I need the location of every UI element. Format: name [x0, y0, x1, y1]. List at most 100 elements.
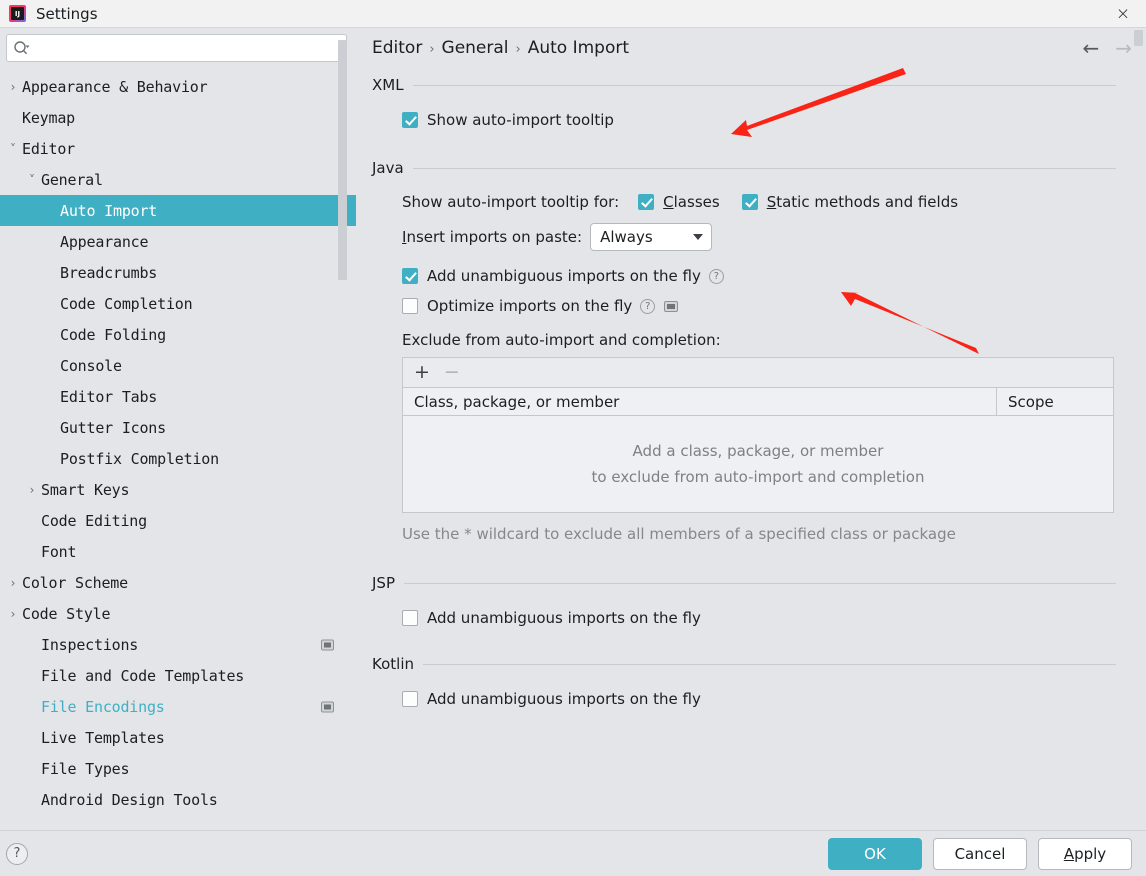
sidebar-item-smart-keys[interactable]: › Smart Keys — [0, 474, 356, 505]
chevron-right-icon[interactable]: › — [4, 607, 22, 621]
section-rule — [423, 663, 1116, 665]
sidebar-item-android-design-tools[interactable]: Android Design Tools — [0, 784, 356, 815]
section-title-java: Java — [372, 159, 404, 177]
breadcrumb-part-auto-import: Auto Import — [527, 38, 630, 58]
ok-button[interactable]: OK — [828, 837, 922, 870]
section-rule — [412, 167, 1116, 169]
java-optimize-imports-row[interactable]: Optimize imports on the fly ? — [372, 297, 1146, 315]
sidebar-item-editor-tabs[interactable]: Editor Tabs — [0, 381, 356, 412]
xml-show-tooltip-checkbox[interactable] — [402, 112, 418, 128]
sidebar-item-editor[interactable]: ˅ Editor — [0, 133, 356, 164]
sidebar-item-label: Keymap — [22, 108, 75, 127]
help-icon[interactable]: ? — [708, 268, 724, 284]
java-static-methods-label: Static methods and fields — [766, 193, 959, 211]
sidebar-scrollbar-thumb[interactable] — [338, 40, 347, 280]
sidebar-item-label: Inspections — [41, 635, 139, 654]
java-add-unambiguous-row[interactable]: Add unambiguous imports on the fly ? — [372, 267, 1146, 285]
sidebar-item-live-templates[interactable]: Live Templates — [0, 722, 356, 753]
sidebar-item-postfix-completion[interactable]: Postfix Completion — [0, 443, 356, 474]
insert-imports-on-paste-select[interactable]: Always — [590, 223, 713, 251]
sidebar-item-console[interactable]: Console — [0, 350, 356, 381]
sidebar-item-code-editing[interactable]: Code Editing — [0, 505, 356, 536]
search-row — [0, 28, 356, 69]
empty-state-line-1: Add a class, package, or member — [632, 442, 884, 460]
sidebar-item-inspections[interactable]: Inspections — [0, 629, 356, 660]
sidebar-item-label: Color Scheme — [22, 573, 128, 592]
jsp-add-unambiguous-checkbox[interactable] — [402, 610, 418, 626]
search-input[interactable] — [31, 35, 346, 61]
section-jsp: JSP Add unambiguous imports on the fly — [372, 574, 1146, 627]
remove-exclusion-button[interactable]: − — [444, 363, 460, 382]
chevron-down-icon[interactable]: ˅ — [23, 173, 41, 187]
xml-show-tooltip-row[interactable]: Show auto-import tooltip — [372, 111, 1146, 129]
java-static-methods-checkbox[interactable] — [741, 194, 758, 210]
java-classes-label: Classes — [663, 193, 720, 211]
forward-arrow-icon[interactable]: → — [1115, 38, 1132, 58]
back-arrow-icon[interactable]: ← — [1082, 38, 1099, 58]
sidebar-item-code-completion[interactable]: Code Completion — [0, 288, 356, 319]
project-scope-badge-icon — [321, 701, 334, 712]
column-header-scope: Scope — [1008, 392, 1054, 411]
section-title-xml: XML — [372, 76, 404, 94]
sidebar-item-gutter-icons[interactable]: Gutter Icons — [0, 412, 356, 443]
sidebar-item-keymap[interactable]: Keymap — [0, 102, 356, 133]
sidebar-item-label: Android Design Tools — [41, 790, 218, 809]
sidebar-item-general[interactable]: ˅ General — [0, 164, 356, 195]
jsp-add-unambiguous-row[interactable]: Add unambiguous imports on the fly — [372, 609, 1146, 627]
chevron-down-icon[interactable]: ˅ — [4, 142, 22, 156]
exclusion-table-empty-state: Add a class, package, or member to exclu… — [403, 416, 1113, 512]
sidebar-item-code-style[interactable]: › Code Style — [0, 598, 356, 629]
footer-buttons: OK Cancel Apply — [828, 837, 1132, 870]
sidebar-item-label: Code Style — [22, 604, 111, 623]
kotlin-add-unambiguous-row[interactable]: Add unambiguous imports on the fly — [372, 690, 1146, 708]
chevron-right-icon[interactable]: › — [4, 80, 22, 94]
sidebar-scrollbar[interactable] — [338, 28, 347, 830]
breadcrumb-part-editor[interactable]: Editor — [372, 38, 422, 58]
sidebar-item-label: Appearance & Behavior — [22, 77, 208, 96]
kotlin-add-unambiguous-checkbox[interactable] — [402, 691, 418, 707]
exclusion-table-header: Class, package, or member Scope — [403, 388, 1113, 416]
sidebar-item-label: File Encodings — [41, 697, 165, 716]
sidebar-item-color-scheme[interactable]: › Color Scheme — [0, 567, 356, 598]
sidebar-item-auto-import[interactable]: Auto Import — [0, 195, 356, 226]
apply-button[interactable]: Apply — [1038, 837, 1132, 870]
java-add-unambiguous-checkbox[interactable] — [402, 268, 418, 284]
java-optimize-imports-checkbox[interactable] — [402, 298, 418, 314]
sidebar-item-label: Live Templates — [41, 728, 165, 747]
cancel-button[interactable]: Cancel — [933, 837, 1027, 870]
section-header-kotlin: Kotlin — [372, 655, 1146, 673]
sidebar-item-file-and-code-templates[interactable]: File and Code Templates — [0, 660, 356, 691]
xml-show-tooltip-label: Show auto-import tooltip — [427, 111, 614, 129]
sidebar-item-font[interactable]: Font — [0, 536, 356, 567]
chevron-right-icon[interactable]: › — [23, 483, 41, 497]
content-scrollbar[interactable] — [1134, 30, 1143, 828]
content-scrollbar-thumb[interactable] — [1134, 30, 1143, 46]
sidebar-item-code-folding[interactable]: Code Folding — [0, 319, 356, 350]
chevron-right-icon[interactable]: › — [4, 576, 22, 590]
exclusion-table: + − Class, package, or member Scope Add … — [402, 357, 1114, 513]
sidebar-item-appearance-behavior[interactable]: › Appearance & Behavior — [0, 71, 356, 102]
help-button[interactable]: ? — [6, 842, 28, 865]
close-icon[interactable]: × — [1100, 0, 1146, 28]
java-exclude-label: Exclude from auto-import and completion: — [402, 331, 721, 349]
section-rule — [404, 582, 1116, 584]
section-header-java: Java — [372, 159, 1146, 177]
section-rule — [412, 84, 1116, 86]
sidebar-item-file-encodings[interactable]: File Encodings — [0, 691, 356, 722]
breadcrumb-part-general[interactable]: General — [442, 38, 509, 58]
java-optimize-imports-label: Optimize imports on the fly — [427, 297, 633, 315]
sidebar-item-breadcrumbs[interactable]: Breadcrumbs — [0, 257, 356, 288]
dialog-body: › Appearance & Behavior Keymap ˅ Editor ˅ Gene… — [0, 28, 1146, 830]
sidebar-item-label: Code Completion — [60, 294, 193, 313]
java-classes-checkbox[interactable] — [638, 194, 655, 210]
project-scope-badge-icon — [664, 300, 679, 312]
wildcard-hint: Use the * wildcard to exclude all member… — [402, 525, 956, 543]
sidebar-item-label: Font — [41, 542, 77, 561]
search-box[interactable] — [6, 34, 347, 62]
add-exclusion-button[interactable]: + — [414, 363, 430, 382]
breadcrumb-nav: ← → — [1082, 38, 1132, 58]
sidebar-item-file-types[interactable]: File Types — [0, 753, 356, 784]
help-icon[interactable]: ? — [640, 298, 656, 314]
sidebar-item-appearance[interactable]: Appearance — [0, 226, 356, 257]
sidebar-item-label: Code Folding — [60, 325, 166, 344]
